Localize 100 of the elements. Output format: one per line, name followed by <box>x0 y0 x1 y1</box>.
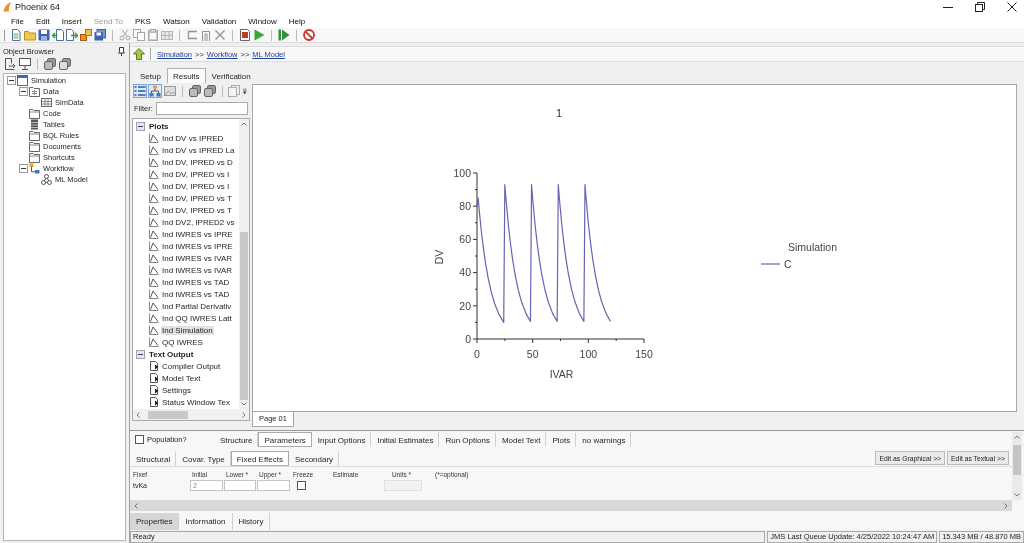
chart-title: 1 <box>555 107 563 119</box>
group-header[interactable]: Text Output <box>149 349 194 359</box>
tab[interactable]: Covar. Type <box>176 450 231 466</box>
image-icon[interactable] <box>164 85 176 97</box>
scroll-right-icon[interactable] <box>1004 502 1008 509</box>
tab[interactable]: Parameters <box>258 432 312 447</box>
import-icon[interactable] <box>52 29 64 41</box>
step-icon[interactable] <box>278 29 290 41</box>
restore-icon[interactable] <box>975 2 985 12</box>
hierarchy-icon[interactable] <box>149 85 161 97</box>
list-item[interactable]: Ind IWRES vs IPRE <box>161 229 234 239</box>
list-icon[interactable] <box>134 85 146 97</box>
dropdown-arrow-icon[interactable] <box>243 87 247 95</box>
scrollbar-thumb[interactable] <box>148 410 188 419</box>
vertical-scrollbar[interactable] <box>239 119 249 409</box>
scroll-down-icon[interactable] <box>1014 493 1020 497</box>
list-item[interactable]: Ind Simulation <box>161 325 214 335</box>
scroll-left-icon[interactable] <box>136 411 140 418</box>
list-item[interactable]: Ind DV vs IPRED La <box>161 145 236 155</box>
list-item[interactable]: QQ IWRES <box>161 337 204 347</box>
input-field[interactable] <box>224 479 256 491</box>
new-document-icon[interactable] <box>10 29 22 41</box>
collapse-icon[interactable] <box>19 164 28 173</box>
menu-item[interactable]: Window <box>242 16 283 26</box>
list-item[interactable]: Ind IWRES vs IVAR <box>161 265 234 275</box>
checkbox[interactable] <box>297 480 306 490</box>
menu-item[interactable]: Watson <box>156 16 196 26</box>
stack-icon[interactable] <box>44 58 56 70</box>
menu-item[interactable]: Edit <box>29 16 56 26</box>
list-item[interactable]: Model Text <box>161 373 202 383</box>
scrollbar-thumb[interactable] <box>1013 445 1021 475</box>
horizontal-scrollbar[interactable] <box>130 500 1012 511</box>
scroll-up-icon[interactable] <box>1014 435 1020 439</box>
tab[interactable]: Model Text <box>495 432 547 447</box>
input-field[interactable] <box>257 479 290 491</box>
report-icon[interactable] <box>239 29 251 41</box>
line-plot-icon <box>149 289 159 299</box>
stack-icon[interactable] <box>203 85 216 97</box>
scroll-right-icon[interactable] <box>242 411 246 418</box>
tab[interactable]: Structural <box>130 450 177 466</box>
list-item[interactable]: Ind QQ IWRES Latt <box>161 313 233 323</box>
tab[interactable]: History <box>232 513 271 530</box>
stack-icon[interactable] <box>188 85 201 97</box>
collapse-icon[interactable] <box>19 87 28 96</box>
export-icon[interactable] <box>66 29 78 41</box>
list-item[interactable]: Ind DV, IPRED vs D <box>161 157 234 167</box>
tick-label: 0 <box>465 332 471 345</box>
collapse-icon[interactable] <box>136 349 145 359</box>
scroll-down-icon[interactable] <box>241 402 247 406</box>
tab[interactable]: Results <box>166 68 206 83</box>
tab[interactable]: Fixed Effects <box>230 450 289 466</box>
stack-icon[interactable] <box>59 58 71 70</box>
monitor-icon[interactable] <box>19 58 31 70</box>
boxes-icon[interactable] <box>80 29 92 41</box>
list-item[interactable]: Ind IWRES vs IPRE <box>161 241 234 251</box>
tab[interactable]: Secondary <box>288 450 340 466</box>
checkbox[interactable] <box>135 435 144 444</box>
menu-item[interactable]: Help <box>282 16 312 26</box>
menu-item[interactable]: Insert <box>55 16 88 26</box>
scroll-left-icon[interactable] <box>134 502 138 509</box>
collapse-icon[interactable] <box>7 76 16 85</box>
pin-icon[interactable] <box>118 46 125 56</box>
list-item[interactable]: Ind DV vs IPRED <box>161 133 225 143</box>
tab[interactable]: Plots <box>546 432 577 447</box>
minimize-icon[interactable] <box>943 6 953 8</box>
menu-item[interactable]: PKS <box>128 16 157 26</box>
list-item[interactable]: Ind IWRES vs TAD <box>161 289 231 299</box>
list-item[interactable]: Ind DV, IPRED vs T <box>161 205 233 215</box>
list-item[interactable]: Ind DV2, IPRED2 vs <box>161 217 236 227</box>
tab[interactable]: Setup <box>134 68 167 83</box>
list-item[interactable]: Status Window Tex <box>161 397 231 407</box>
list-item[interactable]: Settings <box>161 385 192 395</box>
tab[interactable]: Properties <box>130 513 180 530</box>
group-header[interactable]: Plots <box>149 121 169 131</box>
document-arrow-icon[interactable] <box>4 58 16 70</box>
vertical-scrollbar[interactable] <box>1012 432 1022 500</box>
up-arrow-icon[interactable] <box>133 48 145 60</box>
tab[interactable]: Run Options <box>439 432 496 447</box>
list-item[interactable]: Compiler Output <box>161 361 222 371</box>
stop-icon[interactable] <box>303 29 315 41</box>
close-icon[interactable] <box>1007 2 1017 12</box>
tab[interactable]: Information <box>179 513 233 530</box>
floppy-disks-icon[interactable] <box>94 29 106 41</box>
list-item[interactable]: Ind DV, IPRED vs T <box>161 193 233 203</box>
menu-item[interactable]: Validation <box>195 16 243 26</box>
horizontal-scrollbar[interactable] <box>133 409 249 420</box>
scrollbar-thumb[interactable] <box>240 232 248 400</box>
list-item[interactable]: Ind IWRES vs IVAR <box>161 253 234 263</box>
list-item[interactable]: Ind Partial Derivativ <box>161 301 233 311</box>
menu-item[interactable]: File <box>5 16 30 26</box>
tab[interactable]: Verification <box>205 68 257 83</box>
tab[interactable]: Input Options <box>311 432 372 447</box>
list-item[interactable]: Ind DV, IPRED vs I <box>161 181 231 191</box>
filter-field[interactable] <box>155 102 248 115</box>
tab[interactable]: no warnings <box>576 432 632 447</box>
scroll-up-icon[interactable] <box>241 122 247 126</box>
tab[interactable]: Initial Estimates <box>371 432 440 447</box>
list-item[interactable]: Ind DV, IPRED vs I <box>161 169 231 179</box>
list-item[interactable]: Ind IWRES vs TAD <box>161 277 231 287</box>
collapse-icon[interactable] <box>136 121 145 131</box>
